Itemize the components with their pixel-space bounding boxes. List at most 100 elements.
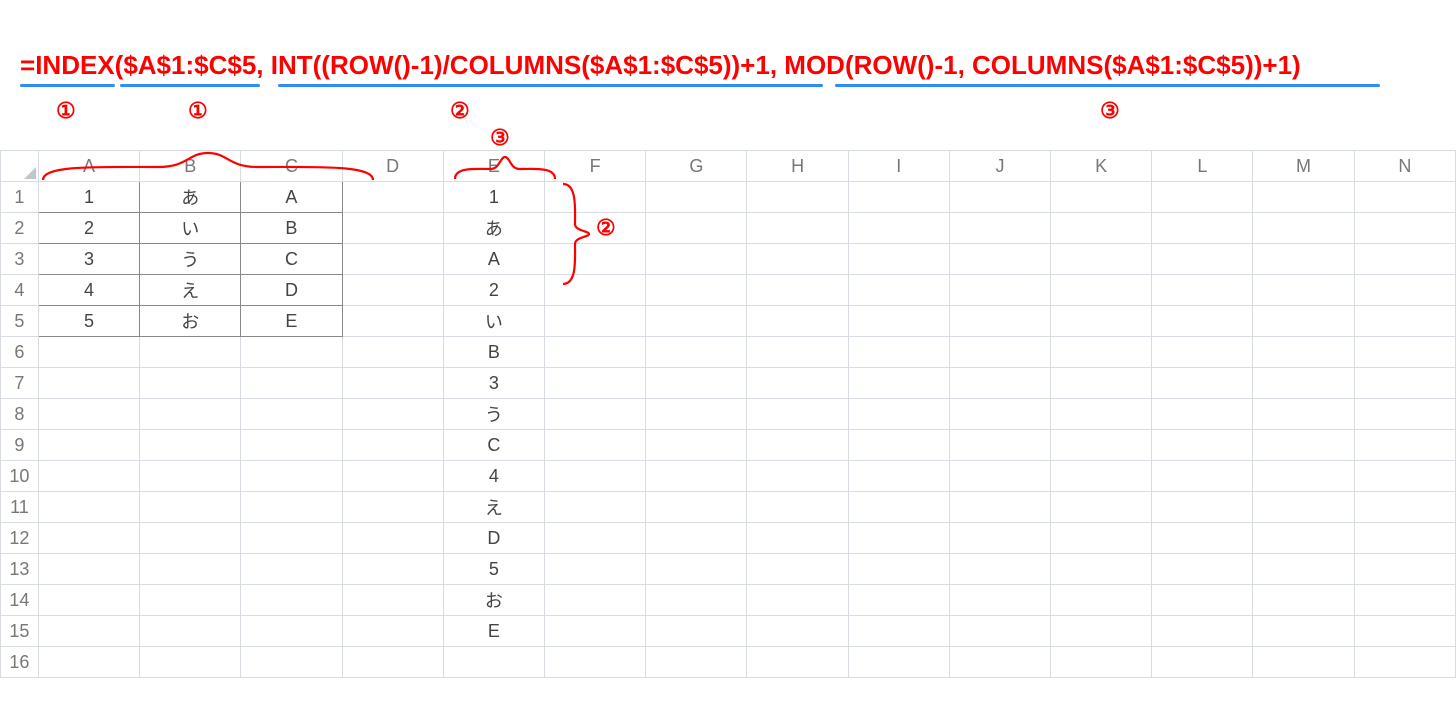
col-header[interactable]: I [848,151,949,182]
cell[interactable] [747,213,848,244]
cell[interactable] [1152,306,1253,337]
cell[interactable] [848,616,949,647]
cell[interactable] [545,430,646,461]
cell[interactable] [949,616,1050,647]
row-header[interactable]: 2 [1,213,39,244]
cell[interactable] [646,461,747,492]
cell[interactable] [646,337,747,368]
cell[interactable]: D [443,523,544,554]
cell[interactable] [1051,182,1152,213]
cell[interactable] [747,306,848,337]
cell[interactable] [38,554,139,585]
col-header[interactable]: H [747,151,848,182]
cell[interactable] [848,337,949,368]
col-header[interactable]: F [545,151,646,182]
cell[interactable] [848,554,949,585]
cell[interactable] [342,461,443,492]
cell[interactable] [848,461,949,492]
cell[interactable] [1152,213,1253,244]
cell[interactable]: 5 [38,306,139,337]
cell[interactable]: 2 [38,213,139,244]
cell[interactable] [342,213,443,244]
cell[interactable] [949,306,1050,337]
cell[interactable] [545,461,646,492]
cell[interactable] [747,182,848,213]
cell[interactable] [747,554,848,585]
cell[interactable] [848,275,949,306]
cell[interactable] [848,647,949,678]
cell[interactable]: 2 [443,275,544,306]
cell[interactable] [241,523,342,554]
cell[interactable] [1051,213,1152,244]
row-header[interactable]: 8 [1,399,39,430]
cell[interactable]: あ [140,182,241,213]
cell[interactable] [1253,213,1354,244]
cell[interactable] [1051,368,1152,399]
cell[interactable] [342,430,443,461]
cell[interactable] [949,244,1050,275]
cell[interactable] [342,523,443,554]
cell[interactable] [646,368,747,399]
col-header[interactable]: D [342,151,443,182]
cell[interactable]: う [140,244,241,275]
cell[interactable] [1354,337,1455,368]
cell[interactable]: う [443,399,544,430]
cell[interactable] [140,430,241,461]
cell[interactable] [342,616,443,647]
cell[interactable] [747,275,848,306]
cell[interactable] [443,647,544,678]
cell[interactable] [949,399,1050,430]
cell[interactable] [1253,399,1354,430]
cell[interactable]: お [443,585,544,616]
cell[interactable] [1051,554,1152,585]
cell[interactable]: 4 [38,275,139,306]
cell[interactable] [949,430,1050,461]
cell[interactable] [545,182,646,213]
cell[interactable] [848,182,949,213]
cell[interactable] [38,647,139,678]
cell[interactable] [342,182,443,213]
cell[interactable] [1152,461,1253,492]
cell[interactable] [342,275,443,306]
col-header[interactable]: N [1354,151,1455,182]
cell[interactable] [848,368,949,399]
cell[interactable] [342,585,443,616]
cell[interactable] [1354,275,1455,306]
cell[interactable]: 1 [38,182,139,213]
row-header[interactable]: 1 [1,182,39,213]
cell[interactable] [38,523,139,554]
cell[interactable] [747,244,848,275]
cell[interactable] [1354,554,1455,585]
select-all-corner[interactable] [1,151,39,182]
cell[interactable] [1051,492,1152,523]
cell[interactable] [342,306,443,337]
cell[interactable] [241,461,342,492]
grid-table[interactable]: A B C D E F G H I J K L M N [0,150,1456,678]
cell[interactable]: C [241,244,342,275]
row-header[interactable]: 7 [1,368,39,399]
cell[interactable] [848,306,949,337]
cell[interactable] [545,275,646,306]
cell[interactable] [1253,461,1354,492]
cell[interactable] [140,523,241,554]
cell[interactable] [545,647,646,678]
cell[interactable] [747,399,848,430]
cell[interactable] [342,492,443,523]
row-header[interactable]: 5 [1,306,39,337]
cell[interactable] [38,399,139,430]
cell[interactable]: D [241,275,342,306]
cell[interactable] [38,461,139,492]
cell[interactable] [140,337,241,368]
cell[interactable] [342,399,443,430]
cell[interactable] [1253,306,1354,337]
cell[interactable] [1354,430,1455,461]
cell[interactable] [140,554,241,585]
cell[interactable] [342,368,443,399]
cell[interactable]: B [443,337,544,368]
cell[interactable] [1354,399,1455,430]
cell[interactable] [545,399,646,430]
cell[interactable] [848,430,949,461]
cell[interactable]: B [241,213,342,244]
cell[interactable]: い [140,213,241,244]
cell[interactable] [1253,430,1354,461]
